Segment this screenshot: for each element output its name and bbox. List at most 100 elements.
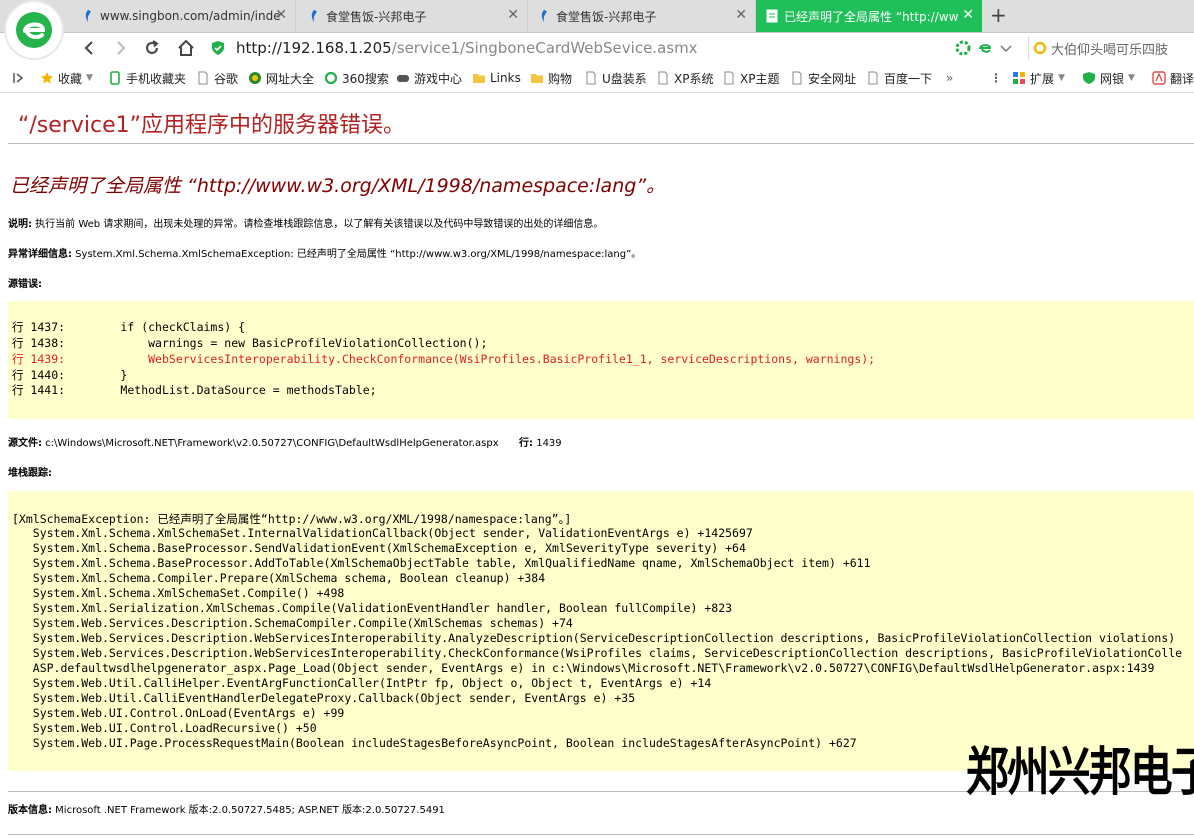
tab-favicon-icon (311, 10, 317, 22)
source-line: 行 1441: MethodList.DataSource = methodsT… (12, 383, 377, 397)
ie-mode-icon[interactable] (977, 40, 993, 56)
bookmark-label: XP系统 (674, 71, 714, 86)
tab-3[interactable]: 食堂售饭-兴邦电子 ✕ (528, 0, 756, 32)
url-path: /service1/SingboneCardWebSevice.asmx (391, 39, 698, 57)
stack-line: System.Web.UI.Page.ProcessRequestMain(Bo… (12, 736, 857, 750)
gamepad-icon (397, 75, 409, 82)
sidebar-toggle-icon[interactable] (12, 70, 24, 86)
page-icon (724, 71, 734, 85)
bookmark-games[interactable]: 游戏中心 (396, 70, 462, 86)
chevron-down-icon: ▼ (86, 73, 93, 83)
stack-line: [XmlSchemaException: 已经声明了全局属性“http://ww… (12, 512, 572, 526)
bookmark-label: 游戏中心 (414, 71, 463, 86)
bookmarks-bar: 收藏 ▼ 手机收藏夹 谷歌 网址大全 360搜索 游戏中心 Links 购物 U… (0, 64, 1194, 93)
version-text: Microsoft .NET Framework 版本:2.0.50727.54… (52, 805, 445, 816)
tab-title: 食堂售饭-兴邦电子 (326, 9, 427, 24)
exception-line: 异常详细信息: System.Xml.Schema.XmlSchemaExcep… (8, 245, 641, 260)
star-icon (41, 72, 53, 84)
tab-1[interactable]: www.singbon.com/admin/inde ✕ (72, 0, 296, 32)
bank-button[interactable]: 网银 ▼ (1082, 70, 1135, 86)
home-button[interactable] (175, 37, 197, 59)
bookmark-sites[interactable]: 网址大全 (248, 70, 314, 86)
search-input[interactable]: 大伯仰头喝可乐四肢 (1028, 36, 1194, 60)
bookmarks-more-icon[interactable]: » (946, 70, 953, 86)
tab-title: www.singbon.com/admin/inde (100, 9, 281, 23)
line-number: 1439 (533, 438, 562, 449)
url-host: http://192.168.1.205 (236, 39, 392, 57)
bookmark-favorites[interactable]: 收藏 ▼ (40, 70, 93, 86)
bookmark-shopping[interactable]: 购物 (530, 70, 572, 86)
bookmark-safe-sites[interactable]: 安全网址 (790, 70, 856, 86)
source-file-path: c:\Windows\Microsoft.NET\Framework\v2.0.… (42, 438, 499, 449)
stack-line: System.Xml.Schema.BaseProcessor.SendVali… (12, 541, 746, 555)
bookmark-label: 收藏 (58, 71, 83, 86)
bookmark-usb[interactable]: U盘装系 (584, 70, 647, 86)
reload-icon (146, 40, 159, 54)
tab-title: 已经声明了全局属性 “http://ww (784, 9, 959, 24)
tab-close-icon[interactable]: ✕ (507, 8, 519, 22)
bookmark-mobile[interactable]: 手机收藏夹 (108, 70, 186, 86)
gear-green-icon[interactable] (955, 40, 971, 56)
tab-4-active[interactable]: 已经声明了全局属性 “http://ww ✕ (756, 0, 982, 32)
watermark-text: 郑州兴邦电子 (966, 743, 1194, 803)
bookmark-label: 百度一下 (884, 71, 933, 86)
description-label: 说明: (8, 219, 32, 230)
exception-label: 异常详细信息: (8, 249, 72, 260)
translate-label: 翻译 (1170, 71, 1194, 86)
version-line: 版本信息: Microsoft .NET Framework 版本:2.0.50… (8, 801, 445, 816)
bookmark-xp[interactable]: XP系统 (656, 70, 713, 86)
forward-button[interactable] (110, 37, 132, 59)
chevron-down-icon[interactable] (999, 41, 1013, 55)
divider (8, 143, 1194, 144)
description-text: 执行当前 Web 请求期间，出现未处理的异常。请检查堆栈跟踪信息，以了解有关该错… (32, 219, 604, 230)
bookmark-360search[interactable]: 360搜索 (324, 70, 389, 86)
bookmark-baidu[interactable]: 百度一下 (866, 70, 932, 86)
bookmark-label: 360搜索 (342, 71, 389, 86)
bookmark-label: 手机收藏夹 (126, 71, 187, 86)
new-tab-icon[interactable]: + (990, 4, 1007, 26)
navigation-bar: http://192.168.1.205/service1/SingboneCa… (0, 33, 1194, 63)
version-label: 版本信息: (8, 805, 52, 816)
stack-line: System.Xml.Schema.Compiler.Prepare(XmlSc… (12, 571, 546, 585)
stack-trace-box: [XmlSchemaException: 已经声明了全局属性“http://ww… (8, 491, 1194, 771)
chevron-down-icon: ▼ (1128, 73, 1135, 83)
page-icon (792, 71, 802, 85)
home-icon (178, 39, 194, 56)
stack-line: System.Web.UI.Control.OnLoad(EventArgs e… (12, 706, 345, 720)
stack-line: System.Web.Util.CalliHelper.EventArgFunc… (12, 676, 712, 690)
phone-icon (110, 71, 120, 85)
chevron-down-icon: ▼ (1058, 73, 1065, 83)
bookmark-xp-theme[interactable]: XP主题 (722, 70, 779, 86)
stack-line: System.Xml.Serialization.XmlSchemas.Comp… (12, 601, 733, 615)
translate-button[interactable]: 翻译 (1152, 70, 1194, 86)
search-text: 大伯仰头喝可乐四肢 (1051, 42, 1169, 58)
translate-icon (1152, 71, 1166, 85)
bookmark-links[interactable]: Links (472, 70, 521, 86)
folder-icon (473, 74, 485, 83)
page-title: “/service1”应用程序中的服务器错误。 (18, 113, 406, 138)
bookmark-google[interactable]: 谷歌 (196, 70, 238, 86)
browser-logo-icon[interactable] (6, 2, 62, 58)
source-line: 行 1438: warnings = new BasicProfileViola… (12, 336, 488, 350)
source-line-error: 行 1439: WebServicesInteroperability.Chec… (12, 352, 876, 366)
search-360-icon (324, 71, 338, 85)
description-line: 说明: 执行当前 Web 请求期间，出现未处理的异常。请检查堆栈跟踪信息，以了解… (8, 215, 603, 230)
globe-icon (249, 72, 261, 84)
bookmark-label: 谷歌 (214, 71, 239, 86)
address-bar[interactable]: http://192.168.1.205/service1/SingboneCa… (210, 35, 950, 61)
source-line: 行 1440: } (12, 368, 128, 382)
back-button[interactable] (78, 37, 100, 59)
tab-close-icon[interactable]: ✕ (962, 8, 974, 22)
tab-close-icon[interactable]: ✕ (275, 8, 287, 22)
stack-line: System.Web.Services.Description.SchemaCo… (12, 616, 573, 630)
bookmark-label: U盘装系 (602, 71, 647, 86)
bookmark-label: Links (490, 71, 521, 85)
tab-2[interactable]: 食堂售饭-兴邦电子 ✕ (298, 0, 528, 32)
extensions-button[interactable]: 扩展 ▼ (1012, 70, 1065, 86)
source-error-heading: 源错误: (8, 275, 42, 290)
reload-button[interactable] (141, 37, 163, 59)
bank-shield-icon (1083, 72, 1095, 84)
stack-line: System.Xml.Schema.XmlSchemaSet.Compile()… (12, 586, 345, 600)
tab-close-icon[interactable]: ✕ (735, 8, 747, 22)
menu-dots-icon[interactable]: ⋮ (990, 70, 1002, 86)
